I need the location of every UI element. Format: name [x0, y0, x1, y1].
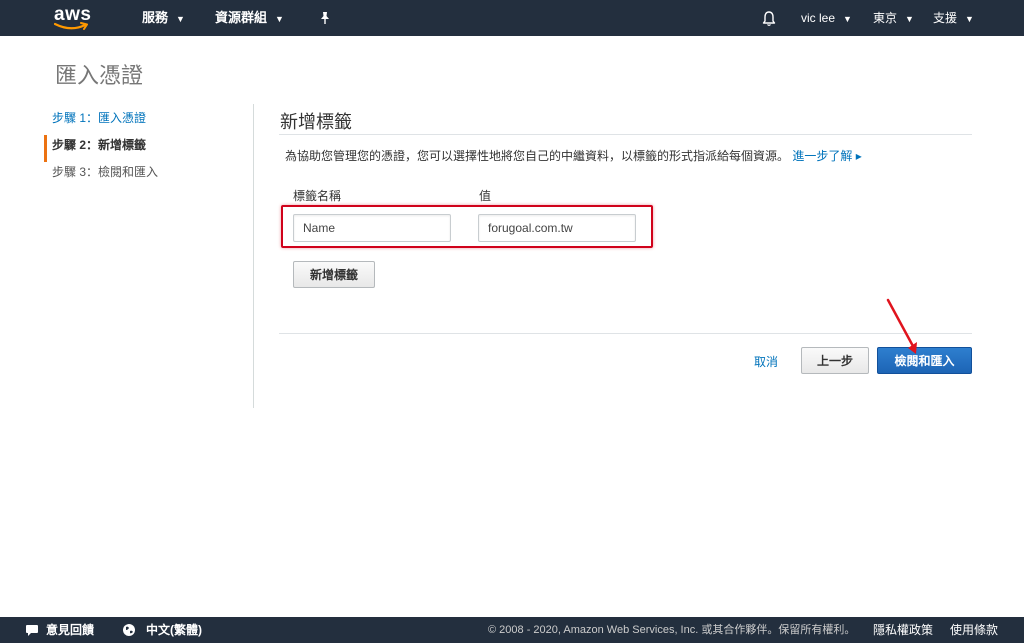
pin-icon[interactable]	[318, 11, 332, 25]
chevron-down-icon: ▼	[905, 13, 914, 24]
user-menu[interactable]: vic lee ▼	[801, 0, 852, 36]
chevron-down-icon: ▼	[965, 13, 974, 24]
resource-groups-menu-label: 資源群組	[215, 10, 268, 25]
chevron-down-icon: ▼	[275, 13, 284, 24]
page-footer: 意見回饋 中文(繁體) © 2008 - 2020, Amazon Web Se…	[0, 617, 1024, 643]
aws-logo[interactable]: aws	[50, 3, 102, 33]
learn-more-link[interactable]: 進一步了解 ▸	[792, 149, 861, 163]
step-1-import-certificate[interactable]: 步驟 1：匯入憑證	[44, 108, 244, 135]
region-menu-label: 東京	[873, 11, 898, 25]
aws-smile-icon	[54, 22, 88, 30]
services-menu[interactable]: 服務 ▼	[142, 0, 185, 36]
chevron-down-icon: ▼	[176, 13, 185, 24]
region-menu[interactable]: 東京 ▼	[873, 0, 914, 36]
learn-more-label: 進一步了解	[792, 149, 853, 163]
tag-key-header: 標籤名稱	[293, 189, 342, 203]
privacy-policy-link[interactable]: 隱私權政策	[873, 617, 933, 643]
services-menu-label: 服務	[142, 10, 169, 25]
support-menu-label: 支援	[933, 11, 958, 25]
tag-key-input[interactable]	[293, 214, 451, 242]
cancel-link[interactable]: 取消	[754, 353, 778, 370]
copyright-text: © 2008 - 2020, Amazon Web Services, Inc.…	[488, 624, 856, 636]
external-link-icon: ▸	[855, 149, 862, 163]
bell-icon[interactable]	[761, 10, 777, 27]
step-2-add-tags: 步驟 2：新增標籤	[44, 135, 244, 162]
wizard-steps: 步驟 1：匯入憑證 步驟 2：新增標籤 步驟 3：檢閱和匯入	[44, 108, 244, 189]
feedback-link[interactable]: 意見回饋	[46, 617, 94, 643]
section-title: 新增標籤	[280, 112, 352, 132]
chevron-down-icon: ▼	[843, 13, 852, 24]
section-divider	[279, 134, 972, 135]
resource-groups-menu[interactable]: 資源群組 ▼	[215, 0, 284, 36]
user-menu-label: vic lee	[801, 11, 836, 25]
top-navigation-bar: aws 服務 ▼ 資源群組 ▼ vic lee ▼ 東京 ▼ 支援 ▼	[0, 0, 1024, 36]
description-text: 為協助您管理您的憑證，您可以選擇性地將您自己的中繼資料，以標籤的形式指派給每個資…	[285, 149, 790, 163]
globe-icon	[123, 624, 135, 636]
speech-bubble-icon	[26, 625, 38, 636]
support-menu[interactable]: 支援 ▼	[933, 0, 974, 36]
sidebar-divider	[253, 104, 254, 408]
previous-button[interactable]: 上一步	[801, 347, 869, 374]
tag-value-input[interactable]	[478, 214, 636, 242]
tag-value-header: 值	[479, 189, 492, 203]
language-selector[interactable]: 中文(繁體)	[146, 617, 202, 643]
step-3-review-import: 步驟 3：檢閱和匯入	[52, 165, 159, 179]
add-tag-button[interactable]: 新增標籤	[293, 261, 375, 288]
page-title: 匯入憑證	[55, 63, 144, 88]
section-description: 為協助您管理您的憑證，您可以選擇性地將您自己的中繼資料，以標籤的形式指派給每個資…	[285, 147, 862, 164]
terms-of-use-link[interactable]: 使用條款	[950, 617, 998, 643]
footer-actions-divider	[279, 333, 972, 334]
arrow-annotation-icon	[886, 298, 917, 354]
